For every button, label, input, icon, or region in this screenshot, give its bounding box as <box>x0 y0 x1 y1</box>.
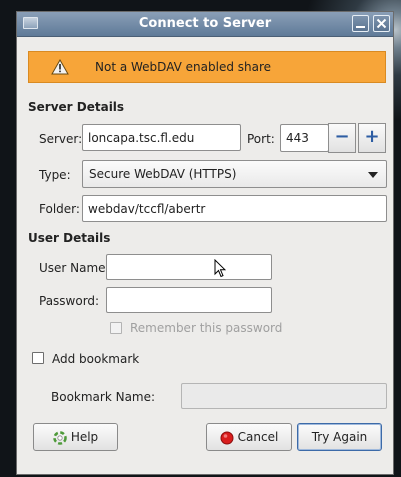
dropdown-arrow-icon <box>368 172 378 178</box>
folder-input[interactable] <box>82 195 387 222</box>
connect-to-server-dialog: Connect to Server Not a WebDAV enabled s… <box>16 11 394 475</box>
title-bar[interactable]: Connect to Server <box>17 12 393 37</box>
type-select[interactable]: Secure WebDAV (HTTPS) <box>82 160 387 188</box>
folder-label: Folder: <box>39 202 80 216</box>
close-icon <box>376 18 387 29</box>
warning-infobar: Not a WebDAV enabled share <box>28 51 386 83</box>
help-button[interactable]: Help <box>33 423 118 451</box>
port-increment-button[interactable]: + <box>358 123 386 153</box>
window-title: Connect to Server <box>138 16 272 31</box>
server-input[interactable] <box>82 124 241 151</box>
password-input[interactable] <box>106 287 272 313</box>
cancel-icon <box>220 431 234 444</box>
password-label: Password: <box>39 294 100 308</box>
try-again-button[interactable]: Try Again <box>297 423 382 451</box>
server-label: Server: <box>39 132 83 146</box>
close-button[interactable] <box>373 15 390 32</box>
user-details-heading: User Details <box>28 231 111 245</box>
cancel-button-label: Cancel <box>237 430 279 444</box>
mouse-pointer-icon <box>214 259 226 278</box>
server-details-heading: Server Details <box>28 100 125 114</box>
minus-icon: − <box>334 126 350 147</box>
warning-message: Not a WebDAV enabled share <box>95 60 272 74</box>
port-decrement-button[interactable]: − <box>328 123 356 153</box>
cancel-button[interactable]: Cancel <box>206 423 292 451</box>
add-bookmark-label: Add bookmark <box>52 352 140 366</box>
minimize-icon <box>356 26 365 28</box>
port-label: Port: <box>247 132 275 146</box>
help-button-label: Help <box>70 430 99 444</box>
add-bookmark-checkbox[interactable] <box>32 352 44 364</box>
minimize-button[interactable] <box>352 15 369 32</box>
username-label: User Name: <box>39 261 110 275</box>
type-label: Type: <box>39 168 71 182</box>
help-icon <box>53 430 67 445</box>
try-again-button-label: Try Again <box>311 430 368 444</box>
type-select-value: Secure WebDAV (HTTPS) <box>89 167 237 181</box>
username-input[interactable] <box>106 254 272 280</box>
port-input[interactable] <box>280 124 329 152</box>
remember-password-checkbox[interactable] <box>110 322 122 334</box>
bookmark-name-input[interactable] <box>181 383 387 409</box>
warning-icon <box>51 59 69 75</box>
remember-password-label: Remember this password <box>130 321 283 335</box>
bookmark-name-label: Bookmark Name: <box>51 390 156 404</box>
plus-icon: + <box>364 126 380 147</box>
